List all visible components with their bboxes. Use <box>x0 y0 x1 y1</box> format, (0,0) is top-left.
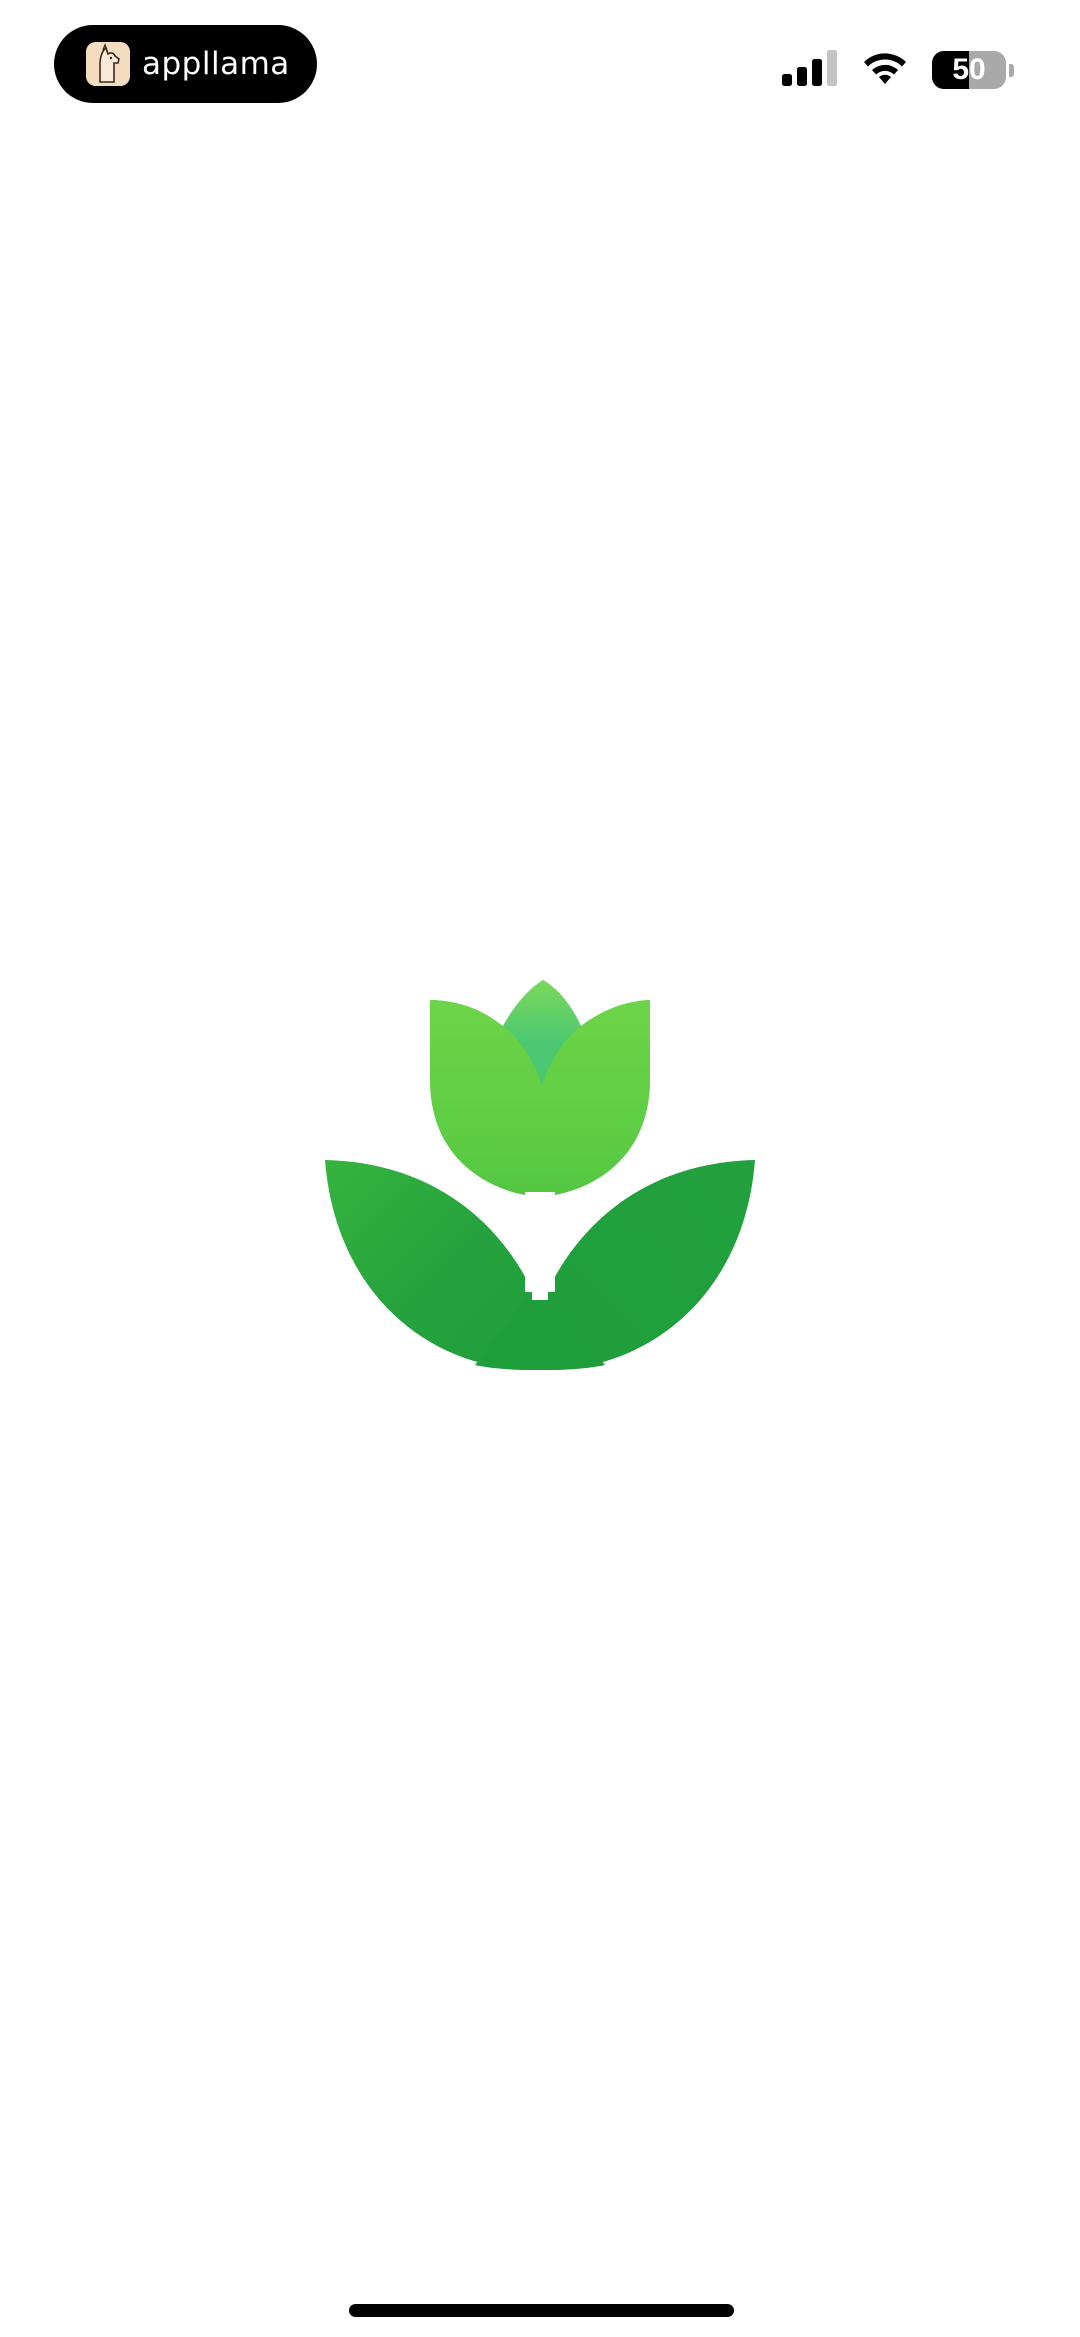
tulip-plant-icon <box>325 970 755 1371</box>
battery-icon: 50 <box>932 51 1006 89</box>
llama-icon <box>86 42 130 86</box>
app-pill[interactable]: appllama <box>54 25 317 103</box>
status-bar: appllama 50 <box>0 0 1080 130</box>
home-indicator[interactable] <box>349 2304 734 2317</box>
app-name: appllama <box>142 46 290 82</box>
cellular-signal-icon <box>782 49 838 91</box>
splash-screen: appllama 50 <box>0 0 1080 2337</box>
battery-cap <box>1009 63 1014 77</box>
status-icons: 50 <box>782 46 1014 94</box>
wifi-icon <box>860 50 910 91</box>
battery-level: 50 <box>952 53 986 86</box>
